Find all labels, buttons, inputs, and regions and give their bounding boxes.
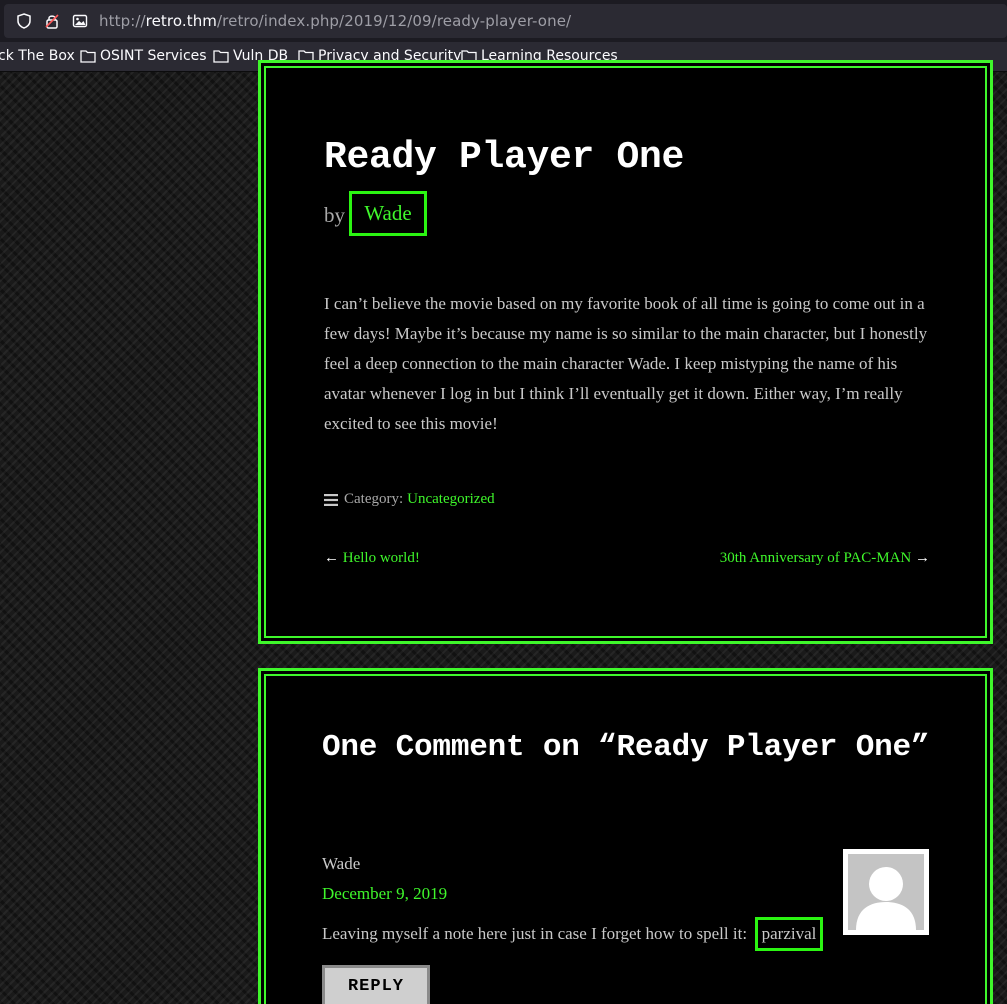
post-category: Category: Uncategorized	[324, 491, 495, 508]
bookmark-label: ck The Box	[0, 48, 75, 64]
folder-icon	[80, 50, 96, 63]
browser-toolbar: http://retro.thm/retro/index.php/2019/12…	[0, 0, 1007, 42]
next-post-label: 30th Anniversary of PAC-MAN	[719, 550, 912, 566]
post-title: Ready Player One	[324, 136, 685, 179]
comment-author: Wade	[322, 854, 361, 873]
post-author-link[interactable]: Wade	[349, 191, 427, 236]
image-icon[interactable]	[72, 13, 88, 29]
comments-title: One Comment on “Ready Player One”	[322, 730, 930, 765]
category-menu-icon	[324, 493, 338, 506]
category-label: Category:	[344, 491, 404, 507]
avatar	[843, 849, 929, 935]
reply-button[interactable]: REPLY	[322, 965, 430, 1004]
bookmark-osint-services[interactable]: OSINT Services	[80, 48, 207, 64]
comment-date-link[interactable]: December 9, 2019	[322, 884, 447, 904]
url-bar[interactable]: http://retro.thm/retro/index.php/2019/12…	[4, 4, 1007, 38]
bookmark-hack-the-box[interactable]: ck The Box	[0, 48, 75, 64]
shield-icon[interactable]	[16, 13, 32, 29]
comment-text: Leaving myself a note here just in case …	[322, 924, 748, 943]
lock-icon[interactable]	[44, 13, 60, 29]
prev-post-label: Hello world!	[342, 550, 420, 566]
by-prefix: by	[324, 203, 345, 227]
next-post-link[interactable]: 30th Anniversary of PAC-MAN →	[720, 550, 930, 567]
post-byline: by	[324, 203, 345, 228]
comment-highlight: parzival	[755, 917, 823, 951]
comments-card: One Comment on “Ready Player One” Wade D…	[258, 668, 993, 1004]
folder-icon	[213, 50, 229, 63]
post-card: Ready Player One by Wade I can’t believe…	[258, 60, 993, 644]
default-avatar-icon	[848, 854, 924, 930]
url-prefix: http://	[99, 12, 146, 30]
url-path: /retro/index.php/2019/12/09/ready-player…	[217, 12, 572, 30]
category-link[interactable]: Uncategorized	[407, 491, 494, 508]
arrow-left-icon: ←	[324, 550, 339, 566]
arrow-right-icon: →	[915, 550, 930, 566]
url-text[interactable]: http://retro.thm/retro/index.php/2019/12…	[99, 12, 571, 30]
prev-post-link[interactable]: ← Hello world!	[324, 550, 420, 567]
post-body: I can’t believe the movie based on my fa…	[324, 294, 928, 433]
bookmark-label: OSINT Services	[100, 48, 207, 64]
url-host: retro.thm	[145, 12, 218, 30]
